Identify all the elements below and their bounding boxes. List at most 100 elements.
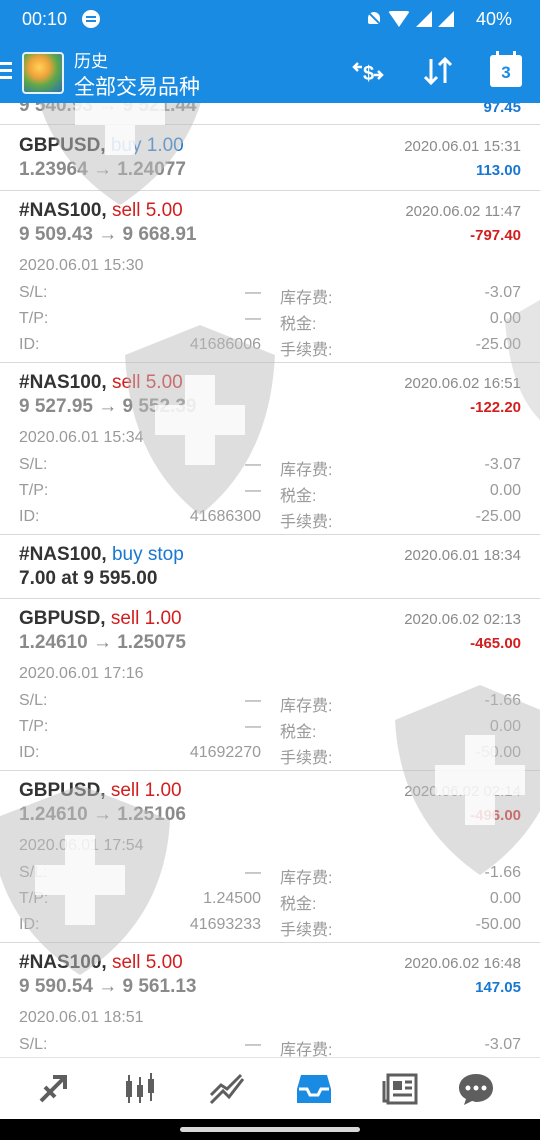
sl-value: — [245,692,261,709]
trade-symbol: #NAS100, [19,544,107,565]
commission-value: -50.00 [475,916,521,933]
list-item[interactable]: #NAS100, sell 5.00 9 509.43 → 9 668.91 2… [0,191,540,363]
swap-value: -1.66 [484,864,521,881]
nav-chart-candles-icon[interactable] [118,1068,162,1110]
trade-open-time: 2020.06.01 17:16 [19,665,144,682]
list-item[interactable]: GBPUSD, sell 1.00 1.24610 → 1.25075 2020… [0,599,540,771]
svg-text:$: $ [363,63,374,85]
history-list[interactable]: 9 540.93 → 9 521.44 97.45 GBPUSD, buy 1.… [0,103,540,1057]
app-logo[interactable] [22,52,64,94]
swap-label: 库存费: [280,698,333,715]
swap-label: 库存费: [280,870,333,887]
commission-label: 手续费: [280,342,333,359]
status-icons [366,10,454,28]
tp-label: T/P: [19,718,49,735]
trade-close-time: 2020.06.01 18:34 [404,547,521,564]
commission-value: -25.00 [475,508,521,525]
calendar-icon[interactable]: 3 [490,51,522,87]
commission-label: 手续费: [280,514,333,531]
trade-open-time: 2020.06.01 15:34 [19,429,144,446]
trade-prices: 1.24610 → 1.25075 [19,632,186,653]
list-item-partial[interactable]: 9 540.93 → 9 521.44 97.45 [0,103,540,125]
swap-label: 库存费: [280,462,333,479]
nav-chat-icon[interactable] [454,1068,498,1110]
sl-value: — [245,284,261,301]
swap-value: -1.66 [484,692,521,709]
nav-news-icon[interactable] [379,1068,423,1110]
trade-symbol-line: #NAS100, buy stop [19,544,184,566]
trade-action: sell 1.00 [110,608,182,629]
trade-action: buy stop [111,544,184,565]
trade-symbol: #NAS100, [19,952,107,973]
status-bar: 00:10 40% [0,0,540,40]
commission-value: -50.00 [475,744,521,761]
tax-label: 税金: [280,896,317,913]
list-item[interactable]: GBPUSD, buy 1.00 1.23964 → 1.24077 2020.… [0,126,540,191]
bottom-navigation [0,1057,540,1119]
page-title: 历史 [74,52,108,71]
trade-prices: 9 509.43 → 9 668.91 [19,224,197,245]
sort-icon[interactable] [420,53,456,89]
id-value: 41686006 [189,336,261,353]
trade-action: sell 5.00 [111,372,183,393]
trade-symbol-line: GBPUSD, buy 1.00 [19,135,184,157]
id-label: ID: [19,916,40,933]
tax-value: 0.00 [489,890,521,907]
trade-symbol-line: GBPUSD, sell 1.00 [19,608,182,630]
trade-profit: 147.05 [475,979,521,996]
trade-action: sell 5.00 [111,952,183,973]
list-item[interactable]: #NAS100, buy stop 7.00 at 9 595.00 2020.… [0,535,540,599]
quotes-exchange-icon[interactable]: $ [350,53,386,89]
battery-level: 40% [475,9,512,29]
trade-profit: -496.00 [470,807,521,824]
trade-symbol: #NAS100, [19,372,107,393]
trade-prices: 9 590.54 → 9 561.13 [19,976,197,997]
id-value: 41686300 [189,508,261,525]
trade-open-time: 2020.06.01 17:54 [19,837,144,854]
trade-prices: 9 527.95 → 9 552.39 [19,396,197,417]
trade-prices: 1.24610 → 1.25106 [19,804,186,825]
tax-label: 税金: [280,488,317,505]
sl-value: — [245,864,261,881]
wifi-icon [388,11,410,27]
symbol-filter[interactable]: 全部交易品种 [74,71,200,101]
list-item[interactable]: #NAS100, sell 5.00 9 527.95 → 9 552.39 2… [0,363,540,535]
nav-history-inbox-icon[interactable] [292,1068,336,1110]
trade-prices: 1.23964 → 1.24077 [19,159,186,180]
sl-label: S/L: [19,456,48,473]
nav-chart-line-icon[interactable] [205,1068,249,1110]
id-label: ID: [19,744,40,761]
sl-label: S/L: [19,1036,48,1053]
trade-symbol: GBPUSD, [19,608,106,629]
signal-icon-2 [438,11,454,27]
trade-open-time: 2020.06.01 18:51 [19,1009,144,1026]
id-value: 41693233 [189,916,261,933]
id-label: ID: [19,336,40,353]
tax-value: 0.00 [489,310,521,327]
sl-value: — [245,1036,261,1053]
home-indicator[interactable] [180,1127,360,1132]
list-item[interactable]: #NAS100, sell 5.00 9 590.54 → 9 561.13 2… [0,943,540,1057]
swap-label: 库存费: [280,290,333,307]
tax-label: 税金: [280,316,317,333]
tp-value: — [245,310,261,327]
tax-value: 0.00 [489,718,521,735]
id-value: 41692270 [189,744,261,761]
list-item[interactable]: GBPUSD, sell 1.00 1.24610 → 1.25106 2020… [0,771,540,943]
app-header: 00:10 40% 历史 全部交易品种 $ 3 [0,0,540,103]
trade-profit: -122.20 [470,399,521,416]
nav-trade-icon[interactable] [31,1068,75,1110]
trade-action: sell 5.00 [111,200,183,221]
trade-symbol-line: #NAS100, sell 5.00 [19,200,183,222]
tax-value: 0.00 [489,482,521,499]
commission-label: 手续费: [280,922,333,939]
tp-label: T/P: [19,482,49,499]
trade-open-time: 2020.06.01 15:30 [19,257,144,274]
system-home-bar [0,1119,540,1140]
signal-icon [416,11,432,27]
order-volume-price: 7.00 at 9 595.00 [19,568,158,589]
trade-close-time: 2020.06.02 16:51 [404,375,521,392]
menu-icon[interactable] [0,62,12,80]
trade-action: buy 1.00 [110,135,184,156]
trade-close-time: 2020.06.02 16:48 [404,955,521,972]
